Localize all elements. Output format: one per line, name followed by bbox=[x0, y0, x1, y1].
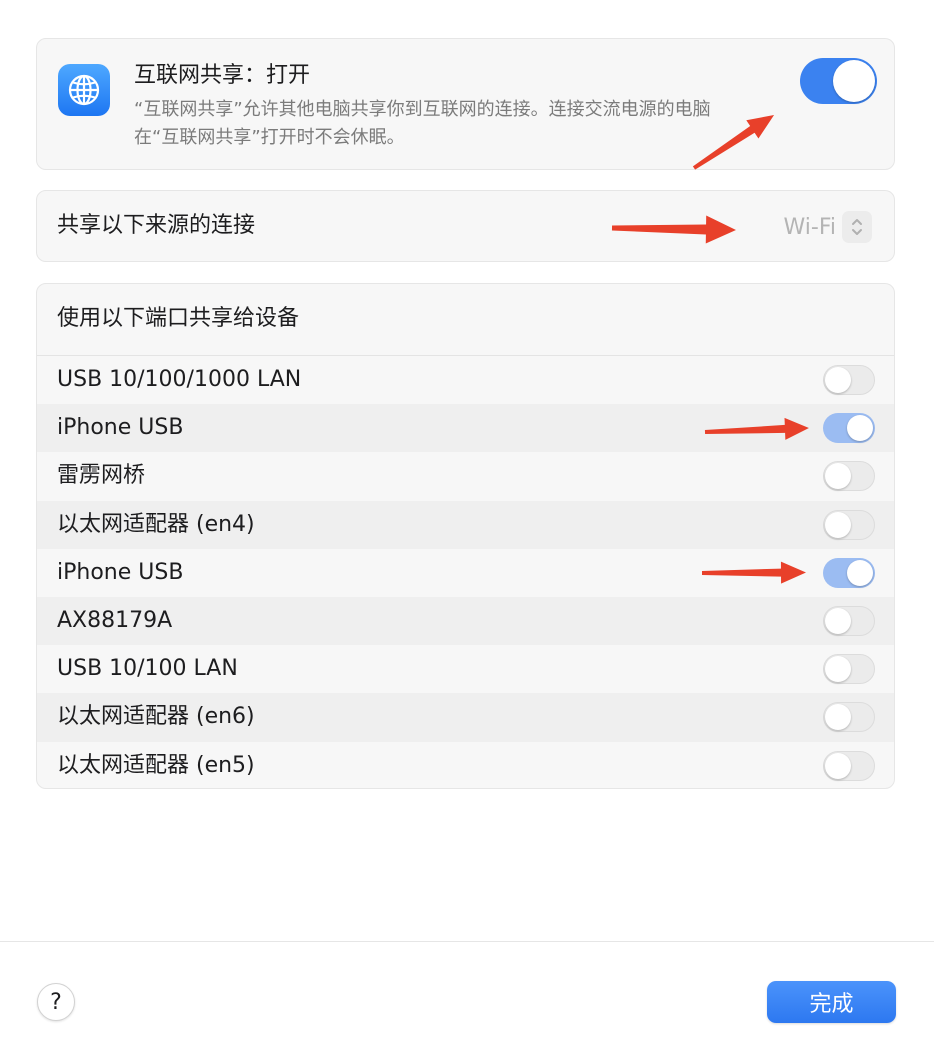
port-name: 雷雳网桥 bbox=[57, 463, 146, 489]
port-toggle[interactable] bbox=[823, 654, 875, 685]
port-row: 雷雳网桥 bbox=[37, 452, 894, 500]
footer-divider bbox=[0, 941, 934, 942]
port-toggle[interactable] bbox=[823, 461, 875, 492]
toggle-knob bbox=[825, 367, 851, 393]
port-toggle[interactable] bbox=[823, 557, 875, 588]
toggle-knob bbox=[833, 60, 875, 102]
help-button[interactable]: ? bbox=[37, 983, 75, 1021]
port-name: USB 10/100 LAN bbox=[57, 656, 238, 682]
port-name: 以太网适配器 (en6) bbox=[57, 704, 255, 730]
internet-sharing-description: “互联网共享”允许其他电脑共享你到互联网的连接。连接交流电源的电脑在“互联网共享… bbox=[134, 99, 711, 148]
port-name: USB 10/100/1000 LAN bbox=[57, 367, 302, 392]
toggle-knob bbox=[825, 607, 851, 634]
internet-sharing-toggle[interactable] bbox=[800, 58, 877, 104]
port-row: AX88179A bbox=[37, 596, 894, 646]
port-row: 以太网适配器 (en4) bbox=[37, 500, 894, 549]
share-source-value: Wi-Fi bbox=[783, 214, 837, 240]
port-row: iPhone USB bbox=[37, 404, 894, 453]
port-name: 以太网适配器 (en4) bbox=[57, 511, 255, 537]
port-toggle[interactable] bbox=[823, 750, 875, 781]
internet-sharing-card: 互联网共享：打开 “互联网共享”允许其他电脑共享你到互联网的连接。连接交流电源的… bbox=[36, 38, 895, 170]
toggle-knob bbox=[847, 559, 873, 586]
port-row: 以太网适配器 (en6) bbox=[37, 693, 894, 742]
globe-icon bbox=[58, 64, 110, 116]
share-source-card: 共享以下来源的连接 Wi-Fi bbox=[36, 190, 895, 262]
port-row: 以太网适配器 (en5) bbox=[37, 742, 894, 790]
share-source-select[interactable]: Wi-Fi bbox=[783, 210, 872, 244]
sharing-sheet: 互联网共享：打开 “互联网共享”允许其他电脑共享你到互联网的连接。连接交流电源的… bbox=[0, 0, 934, 1056]
share-source-label: 共享以下来源的连接 bbox=[57, 213, 256, 238]
port-name: iPhone USB bbox=[57, 415, 184, 441]
toggle-knob bbox=[825, 656, 851, 683]
port-name: 以太网适配器 (en5) bbox=[57, 752, 255, 778]
toggle-knob bbox=[825, 511, 851, 538]
share-ports-card: 使用以下端口共享给设备 USB 10/100/1000 LAN iPhone U… bbox=[36, 283, 895, 789]
toggle-knob bbox=[825, 704, 851, 731]
port-name: AX88179A bbox=[57, 607, 173, 633]
port-toggle[interactable] bbox=[823, 702, 875, 733]
port-toggle[interactable] bbox=[823, 413, 875, 444]
toggle-knob bbox=[825, 752, 851, 779]
toggle-knob bbox=[825, 463, 851, 490]
port-toggle[interactable] bbox=[823, 365, 875, 395]
port-list: USB 10/100/1000 LAN iPhone USB 雷雳网桥 以太网适… bbox=[37, 356, 894, 790]
share-ports-header: 使用以下端口共享给设备 bbox=[57, 306, 300, 331]
up-down-chevron-icon bbox=[842, 211, 872, 243]
port-toggle[interactable] bbox=[823, 509, 875, 540]
port-name: iPhone USB bbox=[57, 559, 184, 585]
port-row: USB 10/100/1000 LAN bbox=[37, 356, 894, 404]
done-button[interactable]: 完成 bbox=[767, 981, 896, 1023]
port-row: iPhone USB bbox=[37, 549, 894, 597]
toggle-knob bbox=[847, 415, 873, 442]
port-toggle[interactable] bbox=[823, 605, 875, 636]
internet-sharing-title: 互联网共享：打开 bbox=[134, 63, 311, 88]
port-row: USB 10/100 LAN bbox=[37, 645, 894, 693]
